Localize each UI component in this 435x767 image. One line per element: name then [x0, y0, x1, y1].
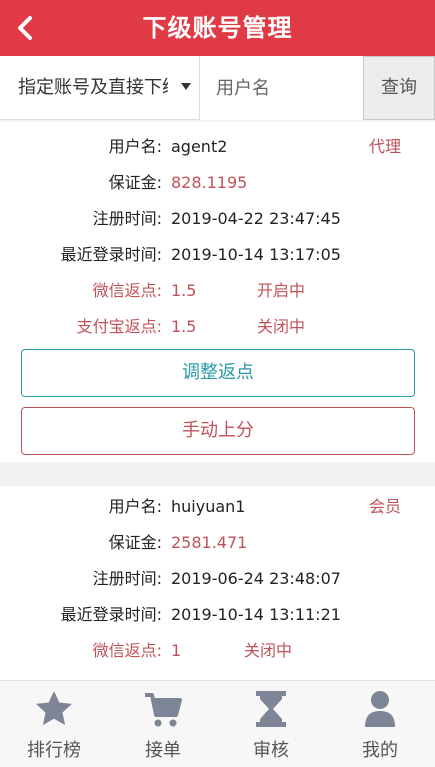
tab-mine[interactable]: 我的 [326, 681, 434, 767]
login-time-row: 最近登录时间: 2019-10-14 13:11:21 [0, 598, 435, 632]
adjust-rate-button[interactable]: 调整返点 [21, 349, 415, 397]
wechat-status: 关闭中 [244, 641, 293, 660]
login-time-label: 最近登录时间: [60, 245, 162, 264]
reg-time-row: 注册时间: 2019-04-22 23:47:45 [0, 202, 435, 236]
cart-icon [145, 693, 182, 727]
alipay-rate-value: 1.5 [171, 317, 197, 336]
tab-label: 我的 [362, 740, 398, 761]
user-icon [365, 691, 395, 727]
reg-time-label: 注册时间: [92, 569, 162, 588]
top-header: 下级账号管理 [0, 0, 435, 56]
wechat-rate-label: 微信返点: [92, 641, 162, 660]
role-badge: 会员 [368, 497, 401, 516]
deposit-value: 2581.471 [171, 533, 248, 552]
account-card: 用户名: agent2 代理 保证金: 828.1195 注册时间: 2019-… [0, 122, 435, 462]
caret-down-icon [181, 83, 191, 90]
tab-review[interactable]: 审核 [217, 681, 325, 767]
manual-topup-button[interactable]: 手动上分 [21, 407, 415, 455]
username-label: 用户名: [108, 497, 162, 516]
search-button[interactable]: 查询 [363, 56, 435, 120]
login-time-value: 2019-10-14 13:17:05 [171, 245, 341, 264]
scope-select-value: 指定账号及直接下级 [18, 77, 168, 98]
wechat-rate-value: 1 [171, 641, 182, 660]
wechat-status: 开启中 [257, 281, 306, 300]
username-row: 用户名: huiyuan1 会员 [0, 490, 435, 524]
reg-time-value: 2019-04-22 23:47:45 [171, 209, 341, 228]
deposit-label: 保证金: [108, 533, 162, 552]
tab-ranking[interactable]: 排行榜 [0, 681, 108, 767]
alipay-rate-row: 支付宝返点: 1.5 关闭中 [0, 310, 435, 344]
tab-label: 排行榜 [27, 740, 81, 761]
deposit-row: 保证金: 828.1195 [0, 166, 435, 200]
role-badge: 代理 [368, 137, 401, 156]
bottom-tab-bar: 排行榜 接单 审核 我的 [0, 680, 435, 767]
login-time-row: 最近登录时间: 2019-10-14 13:17:05 [0, 238, 435, 272]
deposit-value: 828.1195 [171, 173, 248, 192]
account-card: 用户名: huiyuan1 会员 保证金: 2581.471 注册时间: 201… [0, 486, 435, 686]
reg-time-value: 2019-06-24 23:48:07 [171, 569, 341, 588]
tab-label: 审核 [253, 740, 289, 761]
username-value: huiyuan1 [171, 497, 246, 516]
tab-orders[interactable]: 接单 [109, 681, 217, 767]
scope-select[interactable]: 指定账号及直接下级 [0, 56, 200, 120]
page-title: 下级账号管理 [142, 14, 293, 42]
wechat-rate-row: 微信返点: 1.5 开启中 [0, 274, 435, 308]
hourglass-icon [256, 691, 286, 727]
login-time-value: 2019-10-14 13:11:21 [171, 605, 341, 624]
filter-bar: 指定账号及直接下级 查询 [0, 56, 435, 120]
deposit-row: 保证金: 2581.471 [0, 526, 435, 560]
username-value: agent2 [171, 137, 228, 156]
reg-time-label: 注册时间: [92, 209, 162, 228]
star-icon [36, 691, 72, 725]
username-label: 用户名: [108, 137, 162, 156]
alipay-status: 关闭中 [257, 317, 306, 336]
username-row: 用户名: agent2 代理 [0, 130, 435, 164]
wechat-rate-row: 微信返点: 1 关闭中 [0, 634, 435, 668]
reg-time-row: 注册时间: 2019-06-24 23:48:07 [0, 562, 435, 596]
alipay-rate-label: 支付宝返点: [76, 317, 162, 336]
wechat-rate-value: 1.5 [171, 281, 197, 300]
deposit-label: 保证金: [108, 173, 162, 192]
tab-label: 接单 [145, 740, 181, 761]
login-time-label: 最近登录时间: [60, 605, 162, 624]
wechat-rate-label: 微信返点: [92, 281, 162, 300]
username-input[interactable] [200, 56, 363, 120]
